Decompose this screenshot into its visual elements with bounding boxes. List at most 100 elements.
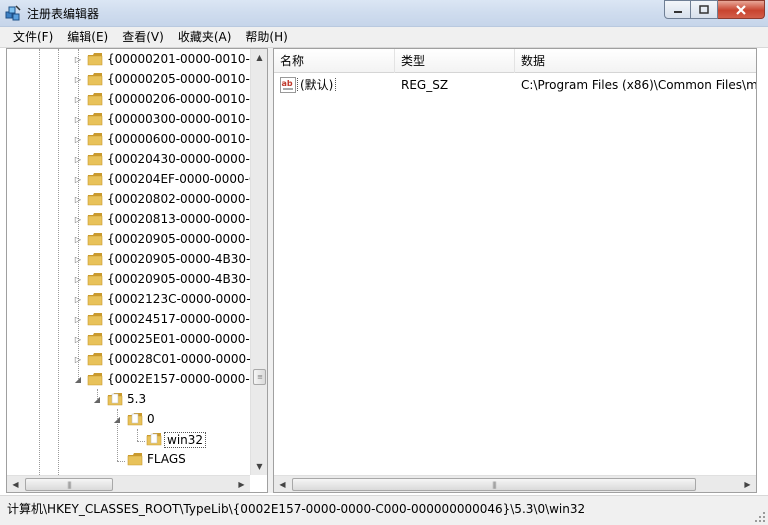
tree-item[interactable]: ▷ {00028C01-0000-0000-00 [7,349,251,369]
expand-arrow-icon[interactable]: ▷ [73,53,83,65]
expand-arrow-icon[interactable]: ▷ [73,133,83,145]
menu-favorites[interactable]: 收藏夹(A) [171,28,239,47]
tree-item-lcid[interactable]: ◢ 0 [7,409,251,429]
folder-icon [87,173,103,186]
close-icon [736,4,746,15]
scroll-up-button[interactable]: ▲ [251,49,267,66]
menu-file[interactable]: 文件(F) [6,28,60,47]
minimize-button[interactable] [664,0,691,19]
string-value-icon: ab [280,77,296,93]
folder-icon [87,93,103,106]
arrow-right-icon: ▶ [744,480,751,489]
collapse-arrow-icon[interactable]: ◢ [92,393,102,405]
expand-arrow-icon[interactable]: ▷ [73,113,83,125]
tree-item-version[interactable]: ◢ 5.3 [7,389,251,409]
maximize-button[interactable] [691,0,718,19]
folder-icon [127,453,143,466]
tree-item[interactable]: ▷ {00000201-0000-0010-80 [7,49,251,69]
folder-icon [87,193,103,206]
tree-item-label: {00028C01-0000-0000-00 [107,352,251,366]
expand-arrow-icon[interactable]: ▷ [73,353,83,365]
tree-item[interactable]: ▷ {00000206-0000-0010-80 [7,89,251,109]
menu-help[interactable]: 帮助(H) [238,28,294,47]
tree-item[interactable]: ▷ {00020905-0000-4B30-A9 [7,269,251,289]
folder-icon [87,353,103,366]
arrow-left-icon: ◀ [279,480,286,489]
column-header-name[interactable]: 名称 [274,49,395,73]
scroll-right-button[interactable]: ▶ [233,476,250,492]
folder-icon [87,233,103,246]
expand-arrow-icon[interactable]: ▷ [73,253,83,265]
tree-item[interactable]: ▷ {00020813-0000-0000-C0 [7,209,251,229]
list-hscroll-thumb[interactable]: ||| [292,478,696,491]
tree-item[interactable]: ▷ {00020802-0000-0000-C0 [7,189,251,209]
status-path: 计算机\HKEY_CLASSES_ROOT\TypeLib\{0002E157-… [7,502,586,516]
tree-item[interactable]: ▷ {000204EF-0000-0000-C0 [7,169,251,189]
expand-arrow-icon[interactable]: ▷ [73,193,83,205]
values-pane[interactable]: 名称 类型 数据 ab (默认) REG_SZ C:\Program Files… [273,48,757,493]
window-title: 注册表编辑器 [27,7,100,21]
list-item[interactable]: ab (默认) REG_SZ C:\Program Files (x86)\Co… [274,74,756,96]
minimize-icon [673,10,682,13]
folder-icon [87,273,103,286]
expand-arrow-icon[interactable]: ▷ [73,293,83,305]
tree-item[interactable]: ▷ {00020905-0000-4B30-A9 [7,249,251,269]
tree-item-label: {00000201-0000-0010-80 [107,52,251,66]
tree-item[interactable]: ▷ {00024517-0000-0000-C0 [7,309,251,329]
tree-item-label: {0002123C-0000-0000-C0 [107,292,251,306]
expand-arrow-icon[interactable]: ▷ [73,173,83,185]
scroll-left-button[interactable]: ◀ [7,476,24,492]
tree-vertical-scrollbar[interactable]: ▲ ≡ ▼ [250,49,267,475]
tree-item[interactable]: ▷ {00020905-0000-0000-C0 [7,229,251,249]
expand-arrow-icon[interactable]: ▷ [73,153,83,165]
tree-item[interactable]: ▷ {00000205-0000-0010-80 [7,69,251,89]
column-header-data[interactable]: 数据 [515,49,756,73]
tree-item-flags[interactable]: FLAGS [7,449,251,469]
expand-arrow-icon[interactable]: ▷ [73,213,83,225]
resize-grip-icon[interactable] [754,511,766,523]
tree-item[interactable]: ▷ {00020430-0000-0000-C0 [7,149,251,169]
tree-item-label: {00025E01-0000-0000-C0 [107,332,251,346]
menu-view[interactable]: 查看(V) [115,28,171,47]
grip-icon: ||| [491,480,497,489]
folder-open-icon [107,393,123,406]
expand-arrow-icon[interactable]: ▷ [73,93,83,105]
folder-icon [87,153,103,166]
tree-pane[interactable]: ▷ {00000201-0000-0010-80 ▷ {00000205-0000-0… [6,48,268,493]
value-name: (默认) [297,78,337,92]
list-horizontal-scrollbar[interactable]: ◀ ||| ▶ [274,475,756,492]
collapse-arrow-icon[interactable]: ◢ [112,413,122,425]
scroll-left-button[interactable]: ◀ [274,476,291,492]
tree-item-label: {00020905-0000-4B30-A9 [107,272,251,286]
menu-edit[interactable]: 编辑(E) [60,28,115,47]
folder-icon [87,133,103,146]
expand-arrow-icon[interactable]: ▷ [73,73,83,85]
title-bar[interactable]: 注册表编辑器 [0,0,768,27]
collapse-arrow-icon[interactable]: ◢ [73,373,83,385]
list-header: 名称 类型 数据 [274,49,756,73]
tree-item[interactable]: ▷ {0002123C-0000-0000-C0 [7,289,251,309]
tree-item-platform[interactable]: win32 [7,429,251,449]
folder-open-icon [127,413,143,426]
tree-scroll-thumb[interactable]: ≡ [253,369,266,385]
tree-item[interactable]: ▷ {00025E01-0000-0000-C0 [7,329,251,349]
value-type: REG_SZ [401,78,449,92]
close-button[interactable] [718,0,765,19]
tree-item-label: {00024517-0000-0000-C0 [107,312,251,326]
registry-tree: ▷ {00000201-0000-0010-80 ▷ {00000205-0000-0… [7,49,251,477]
expand-arrow-icon[interactable]: ▷ [73,313,83,325]
expand-arrow-icon[interactable]: ▷ [73,273,83,285]
tree-item[interactable]: ▷ {00000600-0000-0010-80 [7,129,251,149]
tree-horizontal-scrollbar[interactable]: ◀ ||| ▶ [7,475,250,492]
expand-arrow-icon[interactable]: ▷ [73,333,83,345]
menu-bar: 文件(F) 编辑(E) 查看(V) 收藏夹(A) 帮助(H) [0,27,768,48]
scroll-down-button[interactable]: ▼ [251,458,267,475]
expand-arrow-icon[interactable]: ▷ [73,233,83,245]
tree-hscroll-thumb[interactable]: ||| [25,478,113,491]
tree-item[interactable]: ◢ {0002E157-0000-0000-C0 [7,369,251,389]
tree-item-label: {00020905-0000-0000-C0 [107,232,251,246]
tree-item[interactable]: ▷ {00000300-0000-0010-80 [7,109,251,129]
folder-icon [87,253,103,266]
column-header-type[interactable]: 类型 [395,49,515,73]
scroll-right-button[interactable]: ▶ [739,476,756,492]
